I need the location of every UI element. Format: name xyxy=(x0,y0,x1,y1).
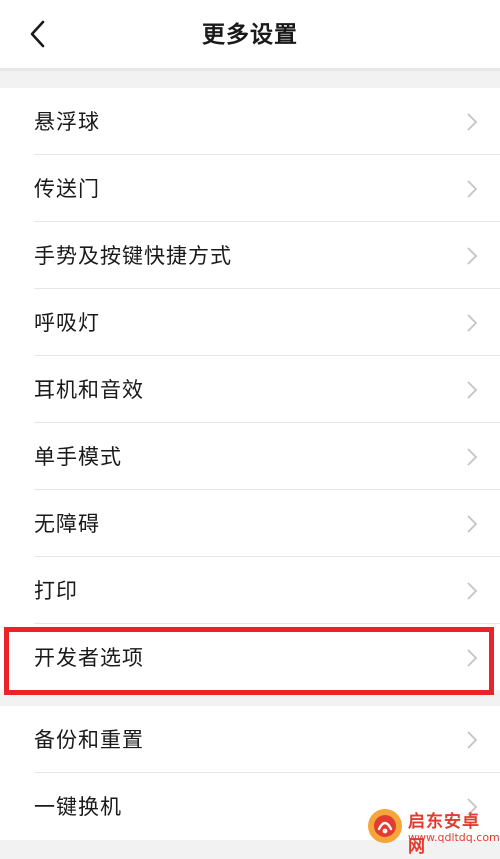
settings-item-breathing-light[interactable]: 呼吸灯 xyxy=(0,289,500,356)
settings-item-gestures-shortcuts[interactable]: 手势及按键快捷方式 xyxy=(0,222,500,289)
settings-item-headphones-audio[interactable]: 耳机和音效 xyxy=(0,356,500,423)
chevron-right-icon xyxy=(466,246,478,266)
settings-item-label: 悬浮球 xyxy=(34,110,100,134)
chevron-right-icon xyxy=(466,447,478,467)
chevron-right-icon xyxy=(466,648,478,668)
settings-item-label: 单手模式 xyxy=(34,445,122,469)
settings-item-one-handed-mode[interactable]: 单手模式 xyxy=(0,423,500,490)
settings-item-label: 呼吸灯 xyxy=(34,311,100,335)
settings-item-label: 一键换机 xyxy=(34,795,122,819)
chevron-right-icon xyxy=(466,730,478,750)
header-divider xyxy=(0,68,500,71)
chevron-right-icon xyxy=(466,313,478,333)
watermark-logo-icon xyxy=(366,807,404,845)
settings-item-floating-ball[interactable]: 悬浮球 xyxy=(0,88,500,155)
settings-item-label: 备份和重置 xyxy=(34,728,144,752)
page-title: 更多设置 xyxy=(202,22,298,48)
settings-item-print[interactable]: 打印 xyxy=(0,557,500,624)
top-bar: 更多设置 xyxy=(0,0,500,68)
site-watermark: 启东安卓网 www.qdltdq.com xyxy=(364,801,500,857)
settings-item-accessibility[interactable]: 无障碍 xyxy=(0,490,500,557)
settings-item-backup-reset[interactable]: 备份和重置 xyxy=(0,706,500,773)
chevron-right-icon xyxy=(466,112,478,132)
settings-item-portal[interactable]: 传送门 xyxy=(0,155,500,222)
settings-item-label: 打印 xyxy=(34,579,78,603)
chevron-right-icon xyxy=(466,179,478,199)
settings-item-label: 开发者选项 xyxy=(34,646,144,670)
settings-item-label: 耳机和音效 xyxy=(34,378,144,402)
settings-item-label: 传送门 xyxy=(34,177,100,201)
settings-item-developer-options[interactable]: 开发者选项 xyxy=(0,624,500,691)
chevron-right-icon xyxy=(466,380,478,400)
settings-item-label: 无障碍 xyxy=(34,512,100,536)
chevron-right-icon xyxy=(466,514,478,534)
settings-item-label: 手势及按键快捷方式 xyxy=(34,244,232,268)
watermark-url: www.qdltdq.com xyxy=(408,831,500,844)
settings-group-main: 悬浮球 传送门 手势及按键快捷方式 呼吸灯 耳机和音效 单手模式 无障碍 打印 xyxy=(0,88,500,690)
chevron-right-icon xyxy=(466,581,478,601)
